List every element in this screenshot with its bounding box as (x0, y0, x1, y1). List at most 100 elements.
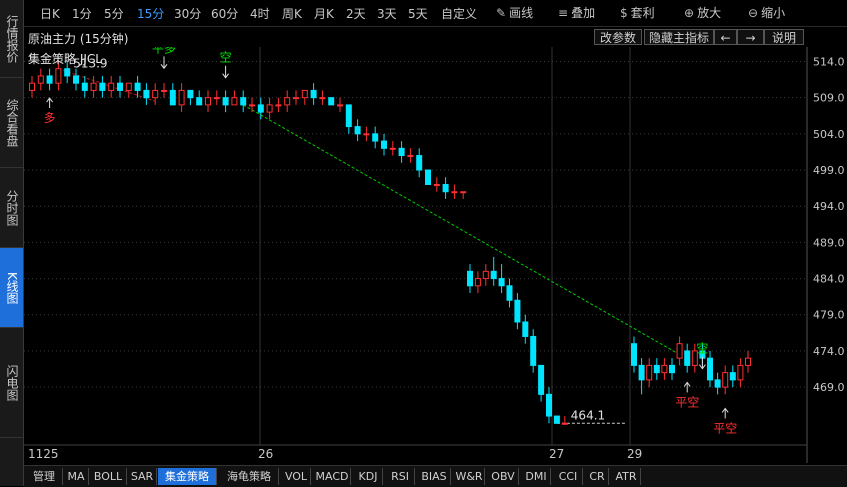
candle-body (638, 364, 645, 381)
candle-body (561, 422, 568, 425)
tab-cr[interactable]: CR (586, 468, 609, 485)
signal-long: 多 (44, 111, 56, 125)
y-tick-label: 494.0 (813, 200, 845, 213)
tab-vol[interactable]: VOL (282, 468, 311, 485)
candle-body (363, 133, 370, 136)
candle-body (631, 343, 637, 366)
tab-cci[interactable]: CCI (554, 468, 583, 485)
arrow-left-button[interactable]: ← (714, 29, 737, 45)
candle-body (522, 321, 529, 337)
period-custom[interactable]: 自定义 (441, 5, 477, 22)
candle-body (372, 133, 379, 142)
symbol-title: 原油主力 (15分钟) (28, 32, 129, 46)
candle-body (729, 372, 736, 381)
period-1min[interactable]: 1分 (72, 5, 92, 22)
candle-body (169, 89, 176, 106)
sidebar-tab-label: 分时图 (5, 189, 19, 226)
candle-body (416, 155, 423, 171)
candle-body (506, 285, 513, 301)
help-button[interactable]: 说明 (764, 29, 804, 45)
pen-icon: ✎ (496, 6, 507, 20)
zoom-in-button[interactable]: ⊕ 放大 (684, 4, 721, 21)
tab-macd[interactable]: MACD (314, 468, 351, 485)
candle-body (108, 82, 115, 91)
sidebar-tab-flash[interactable]: 闪电图 (0, 328, 23, 438)
signal-close-short: 平空 (675, 395, 699, 409)
candle-body (553, 415, 560, 424)
candle-body (37, 75, 44, 84)
candle-body (684, 350, 691, 366)
overlay-button[interactable]: ≡ 叠加 (558, 4, 595, 21)
candle-body (745, 357, 751, 366)
period-week[interactable]: 周K (282, 5, 302, 22)
tab-manage[interactable]: 管理 (26, 468, 63, 485)
tab-turtle[interactable]: 海龟策略 (220, 468, 279, 485)
period-5min[interactable]: 5分 (104, 5, 124, 22)
period-month[interactable]: 月K (314, 5, 334, 22)
draw-line-button[interactable]: ✎ 画线 (496, 4, 533, 21)
signal-close-short-2: 平空 (713, 421, 737, 435)
candle-body (467, 270, 473, 287)
candle-body (81, 82, 88, 91)
tab-sar[interactable]: SAR (128, 468, 157, 485)
sidebar-tab-kline[interactable]: K线图 (0, 248, 23, 328)
period-15min[interactable]: 15分 (137, 5, 164, 22)
candle-body (249, 104, 255, 107)
signal-short: 空 (220, 51, 232, 65)
candle-body (46, 75, 53, 84)
period-4h[interactable]: 4时 (250, 5, 270, 22)
sidebar-tab-label: K线图 (5, 271, 19, 304)
y-tick-label: 499.0 (813, 164, 845, 177)
candle-body (222, 97, 229, 106)
tab-jjcl[interactable]: 集金策略 (158, 468, 217, 485)
sidebar-tab-overview[interactable]: 综合看盘 (0, 78, 23, 168)
tab-atr[interactable]: ATR (612, 468, 641, 485)
tab-ma[interactable]: MA (64, 468, 89, 485)
date-label: 29 (627, 447, 643, 461)
date-label: 26 (258, 447, 274, 461)
hide-main-indicator-button[interactable]: 隐藏主指标 (644, 29, 714, 45)
arbitrage-button[interactable]: $ 套利 (620, 4, 655, 21)
edit-params-button[interactable]: 改参数 (594, 29, 642, 45)
candle-body (328, 97, 335, 106)
date-label: 1125 (28, 447, 59, 461)
tab-wr[interactable]: W&R (454, 468, 485, 485)
tab-kdj[interactable]: KDJ (354, 468, 383, 485)
period-2day[interactable]: 2天 (346, 5, 366, 22)
arrow-right-button[interactable]: → (737, 29, 764, 45)
y-tick-label: 479.0 (813, 309, 845, 322)
period-3day[interactable]: 3天 (377, 5, 397, 22)
tab-rsi[interactable]: RSI (386, 468, 415, 485)
sidebar-tab-timeshare[interactable]: 分时图 (0, 168, 23, 248)
candle-body (161, 89, 167, 92)
candle-body (546, 393, 552, 417)
candle-body (64, 68, 71, 77)
candle-body (29, 82, 35, 91)
tab-dmi[interactable]: DMI (522, 468, 551, 485)
tab-boll[interactable]: BOLL (90, 468, 127, 485)
candle-body (676, 343, 683, 359)
sidebar-tab-quotes[interactable]: 行情报价 (0, 0, 23, 78)
kline-chart[interactable]: 514.0 509.0 504.0 499.0 494.0 489.0 484.0 479.0… (24, 47, 847, 465)
zoom-out-label: 缩小 (761, 6, 786, 20)
candle-body (707, 357, 713, 381)
y-tick-label: 469.0 (813, 381, 845, 394)
candle-body (653, 364, 660, 374)
candle-body (257, 104, 264, 113)
candle-body (187, 89, 194, 99)
period-5day[interactable]: 5天 (408, 5, 428, 22)
candle-body (152, 89, 159, 99)
period-30min[interactable]: 30分 (174, 5, 201, 22)
candle-body (482, 270, 489, 280)
candle-body (737, 364, 744, 381)
overlay-label: 叠加 (571, 6, 596, 20)
zoom-out-button[interactable]: ⊖ 缩小 (748, 4, 785, 21)
stack-icon: ≡ (558, 6, 569, 20)
period-day[interactable]: 日K (40, 5, 60, 22)
signal-close-long: 平多 (152, 47, 176, 55)
tab-bias[interactable]: BIAS (418, 468, 451, 485)
period-60min[interactable]: 60分 (211, 5, 238, 22)
tab-obv[interactable]: OBV (488, 468, 519, 485)
candle-body (530, 335, 537, 366)
candle-body (205, 97, 211, 106)
